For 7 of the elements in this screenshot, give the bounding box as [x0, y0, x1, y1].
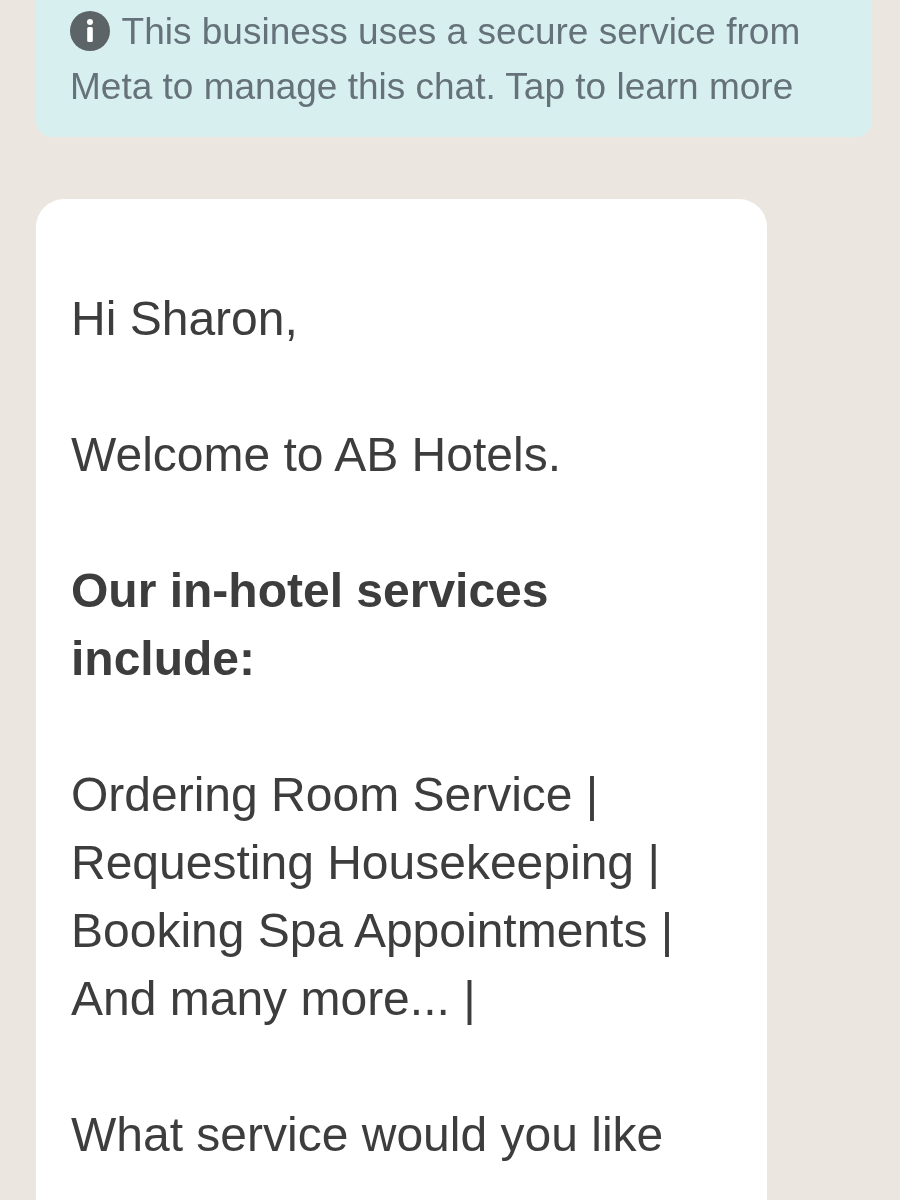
- message-text: Hi Sharon,: [71, 291, 299, 347]
- message-text: Welcome to AB Hotels.: [71, 427, 562, 483]
- message-text: What service would you like: [71, 1107, 665, 1163]
- message-text: Ordering Room Service | Requesting Housekeeping | Booking Spa Appointments | And many more... |: [71, 767, 675, 1027]
- info-icon: [70, 11, 110, 51]
- message-heading: Our in-hotel services include:: [71, 563, 550, 687]
- info-banner[interactable]: This business uses a secure service from Meta to manage this chat. Tap to learn more: [36, 0, 872, 137]
